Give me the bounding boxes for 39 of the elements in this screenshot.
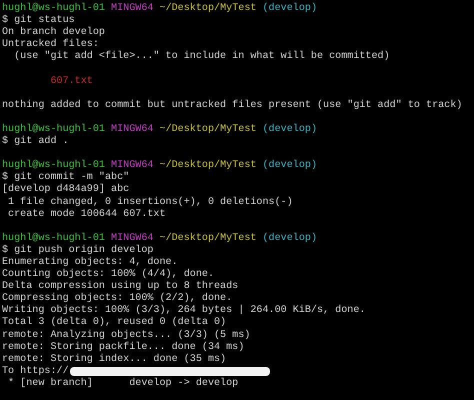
output-line: nothing added to commit but untracked files present (use "git add" to track) [2,100,462,112]
output-line: Compressing objects: 100% (2/2), done. [2,293,232,304]
output-line: Untracked files: [2,39,99,50]
prompt-branch: (develop) [262,232,318,245]
prompt-path: ~/Desktop/MyTest [160,160,256,172]
output-line: create mode 100644 607.txt [7,208,166,221]
prompt-user: hughl@ws-hughl-01 [2,160,105,172]
prompt-path: ~/Desktop/MyTest [160,124,256,136]
prompt-user: hughl@ws-hughl-01 [2,3,105,14]
prompt-branch: (develop) [262,124,318,136]
untracked-file: 607.txt [49,76,93,88]
output-line: Total 3 (delta 0), reused 0 (delta 0) [2,317,226,330]
output-line: Counting objects: 100% (4/4), done. [2,269,214,280]
output-line: * [new branch] develop -> develop [7,378,238,390]
prompt-branch: (develop) [262,3,318,16]
prompt-user: hughl@ws-hughl-01 [2,124,105,136]
prompt-system: MINGW64 [111,3,154,16]
output-line: 1 file changed, 0 insertions(+), 0 deletions(-) [7,196,293,208]
prompt-branch: (develop) [262,160,318,172]
prompt-system: MINGW64 [111,232,154,244]
output-line: remote: Storing index... done (35 ms) [2,354,226,366]
prompt-user: hughl@ws-hughl-01 [2,232,105,244]
prompt-path: ~/Desktop/MyTest [160,232,256,245]
output-line: On branch develop [2,27,105,38]
output-line: remote: Analyzing objects... (3/3) (5 ms) [2,330,250,342]
output-line: To https:// [2,366,69,378]
output-line: [develop d484a99] abc [2,184,130,196]
command-line: $ git commit -m "abc" [2,172,130,184]
output-line: Delta compression using up to 8 threads [2,281,238,292]
command-line: $ git add . [2,136,69,148]
output-line: (use "git add <file>..." to include in what will be committed) [13,51,390,64]
command-line: $ git push origin develop [2,244,154,256]
output-line: Writing objects: 100% (3/3), 264 bytes | 264.00 KiB/s, done. [2,305,366,316]
prompt-path: ~/Desktop/MyTest [160,3,256,16]
prompt-system: MINGW64 [111,124,154,136]
output-line: Enumerating objects: 4, done. [2,256,178,268]
output-line: remote: Storing packfile... done (34 ms) [2,342,244,354]
prompt-system: MINGW64 [111,160,154,172]
command-line: $ git status [2,15,75,26]
